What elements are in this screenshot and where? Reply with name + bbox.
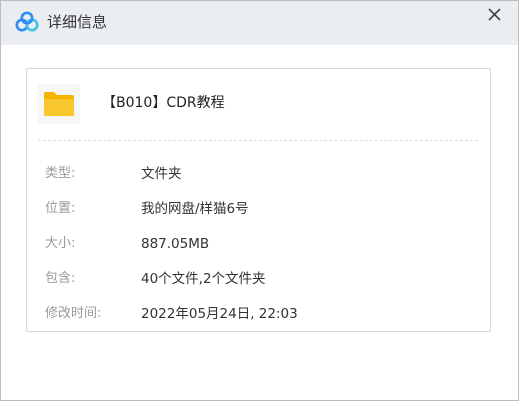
- detail-label: 位置:: [45, 201, 76, 216]
- detail-value: 我的网盘/样猫6号: [141, 201, 249, 217]
- details-dialog: 详细信息 【B010】CDR教程 类型: 文件夹 位置: 我的网盘/样猫6号 大…: [0, 0, 519, 401]
- file-name: 【B010】CDR教程: [102, 95, 225, 111]
- details-card: 【B010】CDR教程 类型: 文件夹 位置: 我的网盘/样猫6号 大小: 88…: [26, 68, 491, 332]
- dialog-title: 详细信息: [47, 13, 108, 31]
- title-bar: 详细信息: [1, 1, 518, 45]
- detail-label: 类型:: [45, 166, 76, 181]
- close-icon: [488, 8, 501, 21]
- file-thumbnail: [38, 84, 80, 124]
- detail-value: 887.05MB: [141, 236, 210, 252]
- folder-icon: [43, 91, 75, 117]
- detail-label: 包含:: [45, 271, 76, 286]
- detail-label: 大小:: [45, 236, 76, 251]
- divider: [38, 140, 478, 141]
- detail-row-location: 位置: 我的网盘/样猫6号: [45, 199, 475, 219]
- detail-value: 2022年05月24日, 22:03: [141, 306, 298, 322]
- detail-row-contains: 包含: 40个文件,2个文件夹: [45, 269, 475, 289]
- detail-label: 修改时间:: [45, 306, 102, 321]
- detail-value: 40个文件,2个文件夹: [141, 271, 266, 287]
- detail-row-type: 类型: 文件夹: [45, 164, 475, 184]
- app-logo-icon: [14, 10, 40, 36]
- detail-value: 文件夹: [141, 166, 182, 182]
- close-button[interactable]: [485, 5, 505, 25]
- detail-row-modified: 修改时间: 2022年05月24日, 22:03: [45, 304, 475, 324]
- detail-row-size: 大小: 887.05MB: [45, 234, 475, 254]
